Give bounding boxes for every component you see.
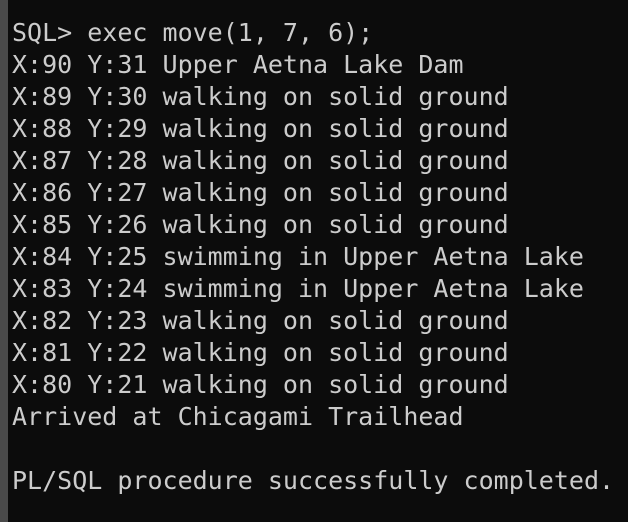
output-line: X:85 Y:26 walking on solid ground — [12, 210, 509, 239]
status-line: PL/SQL procedure successfully completed. — [12, 466, 615, 495]
command-line: SQL> exec move(1, 7, 6); — [12, 18, 374, 47]
output-line: Arrived at Chicagami Trailhead — [12, 402, 464, 431]
output-line: X:86 Y:27 walking on solid ground — [12, 178, 509, 207]
terminal-output[interactable]: SQL> exec move(1, 7, 6); X:90 Y:31 Upper … — [12, 17, 614, 497]
output-line: X:80 Y:21 walking on solid ground — [12, 370, 509, 399]
output-line: X:89 Y:30 walking on solid ground — [12, 82, 509, 111]
window-edge — [0, 0, 8, 522]
output-line: X:84 Y:25 swimming in Upper Aetna Lake — [12, 242, 584, 271]
output-line: X:82 Y:23 walking on solid ground — [12, 306, 509, 335]
output-line: X:83 Y:24 swimming in Upper Aetna Lake — [12, 274, 584, 303]
output-line: X:81 Y:22 walking on solid ground — [12, 338, 509, 367]
output-line: X:90 Y:31 Upper Aetna Lake Dam — [12, 50, 464, 79]
output-line: X:87 Y:28 walking on solid ground — [12, 146, 509, 175]
output-line: X:88 Y:29 walking on solid ground — [12, 114, 509, 143]
